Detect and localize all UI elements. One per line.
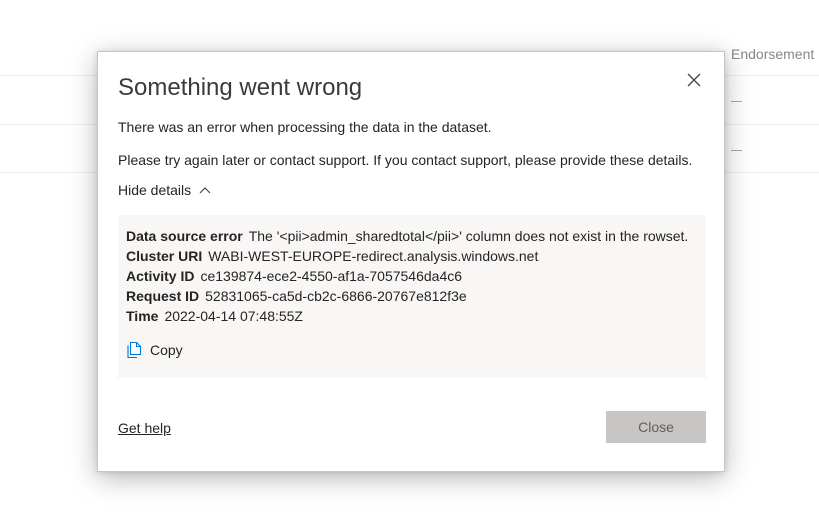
error-message: There was an error when processing the d… xyxy=(118,119,492,135)
detail-row-cluster-uri: Cluster URI WABI-WEST-EUROPE-redirect.ana… xyxy=(126,246,698,266)
detail-label: Data source error xyxy=(126,228,243,244)
toggle-label: Hide details xyxy=(118,182,192,198)
detail-value: ce139874-ece2-4550-af1a-7057546da4c6 xyxy=(200,268,463,284)
detail-label: Cluster URI xyxy=(126,248,203,264)
chevron-up-icon xyxy=(199,187,211,194)
error-details-panel: Data source error The '<pii>admin_sharedt… xyxy=(118,215,706,378)
copy-label: Copy xyxy=(150,342,183,358)
detail-row-data-source-error: Data source error The '<pii>admin_sharedt… xyxy=(126,226,698,246)
detail-value: WABI-WEST-EUROPE-redirect.analysis.windo… xyxy=(208,248,539,264)
detail-label: Request ID xyxy=(126,288,200,304)
copy-icon xyxy=(127,341,142,359)
hide-details-toggle[interactable]: Hide details xyxy=(118,182,211,198)
support-message: Please try again later or contact suppor… xyxy=(118,152,693,168)
get-help-link[interactable]: Get help xyxy=(118,420,171,436)
detail-row-activity-id: Activity ID ce139874-ece2-4550-af1a-70575… xyxy=(126,266,698,286)
detail-value: The '<pii>admin_sharedtotal</pii>' colum… xyxy=(248,228,689,244)
close-icon[interactable] xyxy=(686,72,702,88)
dialog-title: Something went wrong xyxy=(118,74,363,101)
error-dialog: Something went wrong There was an error … xyxy=(97,51,725,472)
detail-value: 52831065-ca5d-cb2c-6866-20767e812f3e xyxy=(205,288,467,304)
detail-row-time: Time 2022-04-14 07:48:55Z xyxy=(126,306,698,326)
detail-value: 2022-04-14 07:48:55Z xyxy=(164,308,303,324)
detail-label: Activity ID xyxy=(126,268,195,284)
close-button[interactable]: Close xyxy=(606,411,706,443)
detail-label: Time xyxy=(126,308,159,324)
detail-row-request-id: Request ID 52831065-ca5d-cb2c-6866-20767e… xyxy=(126,286,698,306)
copy-button[interactable]: Copy xyxy=(126,341,183,359)
